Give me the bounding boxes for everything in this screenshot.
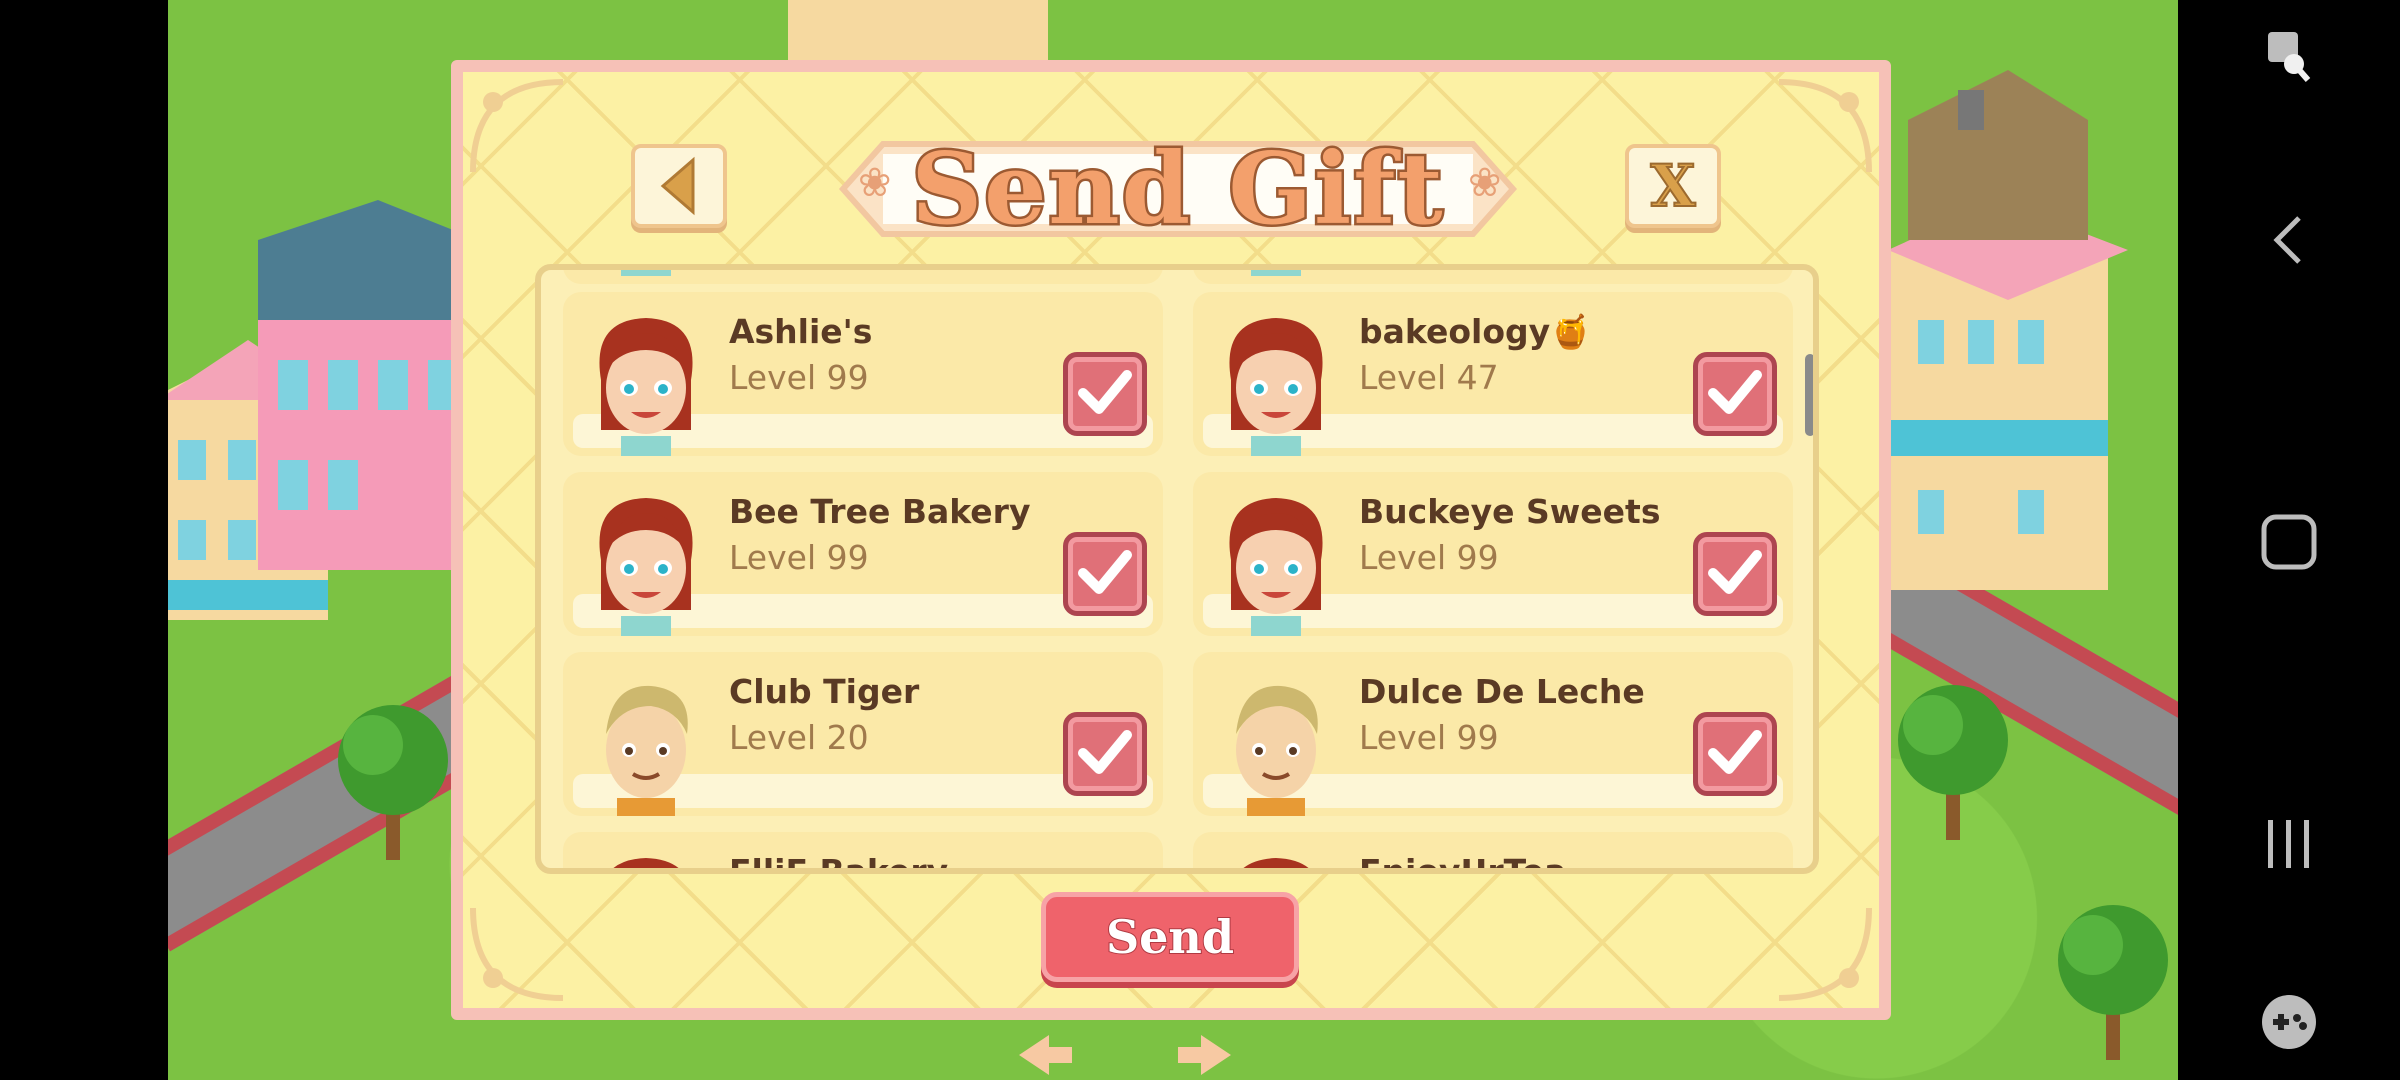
corner-ornament-bottom-left: [470, 907, 564, 1001]
home-icon[interactable]: [2259, 512, 2319, 572]
friend-name: ElliE Bakery: [729, 852, 949, 874]
house-left-2: [258, 200, 478, 570]
screenshot-edit-icon[interactable]: [2264, 28, 2314, 84]
checkmark-icon: [1077, 367, 1133, 421]
friend-card[interactable]: Bee Tree Bakery Level 99: [563, 472, 1163, 636]
friend-level: Level 47: [1359, 358, 1499, 397]
friend-level: Level 99: [1359, 718, 1499, 757]
friend-card[interactable]: Buckeye Sweets Level 99: [1193, 472, 1793, 636]
close-button[interactable]: X: [1625, 144, 1721, 228]
house-top: [788, 0, 1048, 60]
girl-avatar: [581, 850, 711, 868]
tree-1: [338, 705, 448, 860]
select-checkbox[interactable]: [1063, 352, 1147, 436]
corner-ornament-top-left: [470, 79, 564, 173]
tree-2: [1898, 685, 2008, 840]
friend-card[interactable]: Ashlie's Level 99: [563, 292, 1163, 456]
back-button[interactable]: [631, 144, 727, 228]
rotate-right-arrow-icon[interactable]: [1176, 1030, 1236, 1080]
list-item-partial-top: [1193, 270, 1793, 284]
girl-avatar: [581, 310, 711, 456]
checkmark-icon: [1077, 727, 1133, 781]
friend-name: Buckeye Sweets: [1359, 492, 1661, 531]
dialog-title: Send Gift: [909, 129, 1445, 249]
girl-avatar: [1211, 850, 1341, 868]
friend-level: Level 20: [729, 718, 869, 757]
friend-name: bakeology🍯: [1359, 312, 1592, 351]
girl-avatar: [1211, 490, 1341, 636]
friend-name: Bee Tree Bakery: [729, 492, 1031, 531]
send-gift-dialog: ❀ ❀ Send Gift X Ashlie's Level 99 bakeol…: [451, 60, 1891, 1020]
corner-ornament-top-right: [1778, 79, 1872, 173]
checkmark-icon: [1707, 547, 1763, 601]
close-icon: X: [1649, 151, 1696, 221]
back-icon[interactable]: [2269, 212, 2309, 268]
system-navbar: [2178, 0, 2400, 1080]
friend-level: Level 99: [1359, 538, 1499, 577]
corner-ornament-bottom-right: [1778, 907, 1872, 1001]
boy-avatar: [581, 670, 711, 816]
select-checkbox[interactable]: [1063, 712, 1147, 796]
friend-name: Dulce De Leche: [1359, 672, 1645, 711]
girl-avatar: [581, 490, 711, 636]
recents-icon[interactable]: [2262, 816, 2316, 872]
girl-avatar: [1211, 310, 1341, 456]
boy-avatar: [1211, 670, 1341, 816]
title-plate: ❀ ❀ Send Gift: [823, 124, 1533, 254]
scrollbar[interactable]: [1805, 354, 1813, 436]
back-triangle-icon: [660, 156, 695, 216]
friend-card[interactable]: EnjoyUrTea: [1193, 832, 1793, 874]
house-right-1: [1888, 200, 2128, 590]
tree-3: [2058, 905, 2168, 1060]
friend-level: Level 99: [729, 358, 869, 397]
friend-card[interactable]: Dulce De Leche Level 99: [1193, 652, 1793, 816]
friend-card[interactable]: ElliE Bakery: [563, 832, 1163, 874]
list-item-partial-top: [563, 270, 1163, 284]
avatar: [581, 270, 711, 276]
friend-level: Level 99: [729, 538, 869, 577]
house-right-2: [1908, 70, 2088, 240]
friend-card[interactable]: bakeology🍯 Level 47: [1193, 292, 1793, 456]
rotate-left-arrow-icon[interactable]: [1014, 1030, 1074, 1080]
select-checkbox[interactable]: [1693, 352, 1777, 436]
select-checkbox[interactable]: [1693, 532, 1777, 616]
friend-name: EnjoyUrTea: [1359, 852, 1567, 874]
friend-list[interactable]: Ashlie's Level 99 bakeology🍯 Level 47 Be…: [535, 264, 1819, 874]
select-checkbox[interactable]: [1063, 532, 1147, 616]
send-button[interactable]: Send: [1041, 892, 1299, 982]
checkmark-icon: [1077, 547, 1133, 601]
select-checkbox[interactable]: [1693, 712, 1777, 796]
friend-name: Club Tiger: [729, 672, 920, 711]
game-tools-icon[interactable]: [2259, 992, 2319, 1052]
checkmark-icon: [1707, 367, 1763, 421]
checkmark-icon: [1707, 727, 1763, 781]
avatar: [1211, 270, 1341, 276]
friend-name: Ashlie's: [729, 312, 873, 351]
friend-card[interactable]: Club Tiger Level 20: [563, 652, 1163, 816]
